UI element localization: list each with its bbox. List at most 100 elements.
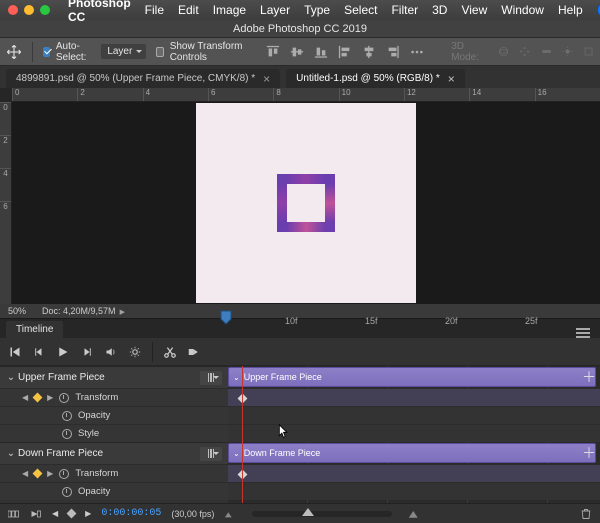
- close-tab-icon[interactable]: ×: [263, 75, 270, 83]
- timeline-track-header[interactable]: ⌄ Upper Frame Piece: [0, 366, 228, 388]
- auto-select-mode-select[interactable]: Layer: [101, 44, 146, 59]
- align-top-edges-icon[interactable]: [263, 42, 283, 62]
- timeline-property-row[interactable]: Opacity: [0, 482, 228, 500]
- keyframe-lane[interactable]: [228, 464, 600, 482]
- menu-help[interactable]: Help: [558, 3, 583, 17]
- timeline-clip[interactable]: ⌄ Down Frame Piece: [228, 443, 596, 463]
- stopwatch-icon[interactable]: [62, 487, 72, 497]
- keyframe-footer-icon[interactable]: [67, 509, 77, 519]
- doc-size[interactable]: Doc: 4,20M/9,57M▶: [42, 306, 125, 316]
- next-frame-icon[interactable]: [80, 345, 94, 359]
- next-keyframe-icon[interactable]: ▶: [47, 393, 53, 402]
- stopwatch-icon[interactable]: [62, 411, 72, 421]
- playhead-line[interactable]: [242, 366, 243, 503]
- menu-filter[interactable]: Filter: [391, 3, 418, 17]
- render-video-icon[interactable]: [30, 509, 42, 519]
- prev-keyframe-icon[interactable]: ◀: [22, 393, 28, 402]
- menu-window[interactable]: Window: [501, 3, 544, 17]
- pan-3d-icon[interactable]: [519, 45, 530, 58]
- zoom-level[interactable]: 50%: [8, 306, 26, 316]
- audio-mute-icon[interactable]: [104, 345, 118, 359]
- close-window-icon[interactable]: [8, 5, 18, 15]
- auto-select-checkbox[interactable]: [43, 47, 50, 57]
- align-bottom-edges-icon[interactable]: [311, 42, 331, 62]
- app-name[interactable]: Photoshop CC: [68, 0, 131, 24]
- track-options-button[interactable]: [200, 371, 222, 385]
- timeline-zoom-slider[interactable]: [252, 511, 392, 517]
- artboard[interactable]: [196, 103, 416, 303]
- timeline-tracks-area[interactable]: ⌄ Upper Frame Piece ＋ ⌄ Down Frame Piece…: [228, 366, 600, 503]
- fps-label[interactable]: (30,00 fps): [171, 509, 214, 519]
- timeline-settings-icon[interactable]: [128, 345, 142, 359]
- frame-animation-mode-icon[interactable]: [8, 509, 20, 519]
- menu-layer[interactable]: Layer: [260, 3, 290, 17]
- timeline-property-row[interactable]: ◀ ▶ Transform: [0, 464, 228, 482]
- keyframe-lane[interactable]: [228, 388, 600, 406]
- menu-3d[interactable]: 3D: [432, 3, 447, 17]
- align-horizontal-centers-icon[interactable]: [359, 42, 379, 62]
- frame-artwork[interactable]: [277, 174, 335, 232]
- cc-sync-status-icon[interactable]: [597, 3, 600, 17]
- light-3d-icon[interactable]: [562, 45, 573, 58]
- show-transform-checkbox[interactable]: [156, 47, 163, 57]
- delete-trash-icon[interactable]: [580, 508, 592, 520]
- slide-3d-icon[interactable]: [541, 45, 552, 58]
- scale-3d-icon[interactable]: [583, 45, 594, 58]
- disclosure-chevron-icon[interactable]: ⌄: [6, 372, 16, 383]
- distribute-more-icon[interactable]: [407, 42, 427, 62]
- clip-chevron-icon[interactable]: ⌄: [233, 373, 240, 382]
- window-traffic-lights[interactable]: [8, 5, 50, 15]
- timeline-property-row[interactable]: ◀ ▶ Transform: [0, 388, 228, 406]
- keyframe-lane[interactable]: [228, 424, 600, 442]
- vertical-ruler[interactable]: 0 2 4 6: [0, 102, 12, 304]
- panel-menu-icon[interactable]: [576, 328, 590, 338]
- stopwatch-icon[interactable]: [59, 393, 69, 403]
- clip-chevron-icon[interactable]: ⌄: [233, 449, 240, 458]
- zoom-window-icon[interactable]: [40, 5, 50, 15]
- playhead-icon[interactable]: [220, 310, 232, 328]
- stopwatch-icon[interactable]: [59, 469, 69, 479]
- minimize-window-icon[interactable]: [24, 5, 34, 15]
- previous-frame-icon[interactable]: [32, 345, 46, 359]
- auto-select-toggle[interactable]: Auto-Select:: [43, 41, 92, 63]
- next-keyframe-icon[interactable]: ▶: [47, 469, 53, 478]
- zoom-out-mountain-icon[interactable]: [224, 509, 236, 519]
- keyframe-lane[interactable]: [228, 482, 600, 500]
- add-media-button[interactable]: ＋: [582, 446, 596, 460]
- timeline-ruler[interactable]: 10f 15f 20f 25f: [211, 338, 592, 365]
- keyframe-toggle-icon[interactable]: [33, 393, 43, 403]
- prev-keyframe-icon[interactable]: ◀: [22, 469, 28, 478]
- track-options-button[interactable]: [200, 447, 222, 461]
- go-to-first-frame-icon[interactable]: [8, 345, 22, 359]
- document-viewport[interactable]: [12, 102, 600, 304]
- menu-file[interactable]: File: [145, 3, 164, 17]
- keyframe-toggle-icon[interactable]: [33, 469, 43, 479]
- split-clip-icon[interactable]: [163, 345, 177, 359]
- timeline-property-row[interactable]: Style: [0, 424, 228, 442]
- timeline-panel-tab[interactable]: Timeline: [6, 321, 63, 338]
- document-tab[interactable]: 4899891.psd @ 50% (Upper Frame Piece, CM…: [6, 69, 280, 88]
- menu-image[interactable]: Image: [213, 3, 246, 17]
- close-tab-icon[interactable]: ×: [448, 75, 455, 83]
- zoom-in-mountain-icon[interactable]: [408, 509, 420, 519]
- transition-icon[interactable]: [187, 345, 201, 359]
- align-left-edges-icon[interactable]: [335, 42, 355, 62]
- keyframe-lane[interactable]: [228, 406, 600, 424]
- timeline-clip[interactable]: ⌄ Upper Frame Piece: [228, 367, 596, 387]
- align-right-edges-icon[interactable]: [383, 42, 403, 62]
- menu-select[interactable]: Select: [344, 3, 377, 17]
- menu-type[interactable]: Type: [304, 3, 330, 17]
- disclosure-chevron-icon[interactable]: ⌄: [6, 448, 16, 459]
- timeline-track-header[interactable]: ⌄ Down Frame Piece: [0, 442, 228, 464]
- document-tab[interactable]: Untitled-1.psd @ 50% (RGB/8) * ×: [286, 69, 465, 88]
- align-vertical-centers-icon[interactable]: [287, 42, 307, 62]
- menu-edit[interactable]: Edit: [178, 3, 199, 17]
- play-icon[interactable]: [56, 345, 70, 359]
- current-timecode[interactable]: 0:00:00:05: [101, 508, 161, 519]
- zoom-slider-thumb-icon[interactable]: [302, 508, 314, 520]
- orbit-3d-icon[interactable]: [498, 45, 509, 58]
- stopwatch-icon[interactable]: [62, 429, 72, 439]
- timeline-property-row[interactable]: Opacity: [0, 406, 228, 424]
- move-tool-icon[interactable]: [6, 41, 22, 63]
- menu-view[interactable]: View: [461, 3, 487, 17]
